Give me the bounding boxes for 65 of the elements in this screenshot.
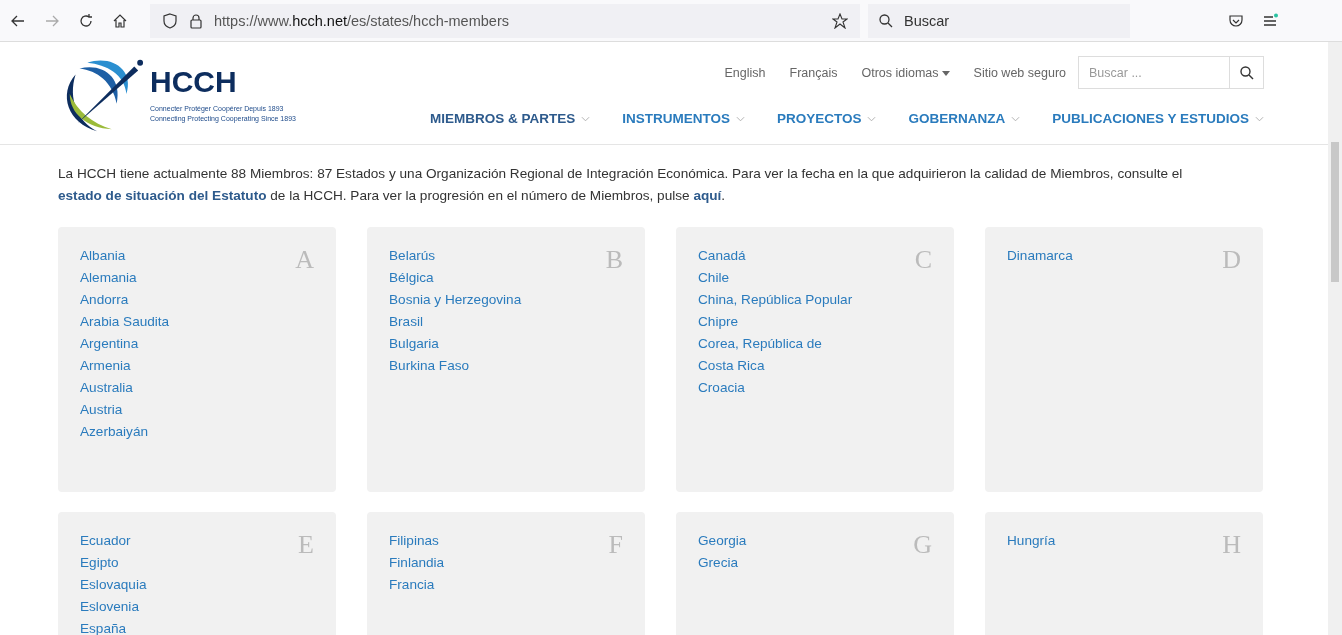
- member-link[interactable]: Burkina Faso: [389, 357, 522, 375]
- member-link[interactable]: Alemania: [80, 269, 170, 287]
- member-link[interactable]: Azerbaiyán: [80, 423, 170, 441]
- member-link[interactable]: Eslovaquia: [80, 576, 147, 594]
- member-link[interactable]: Georgia: [698, 532, 747, 550]
- nav-menu-item[interactable]: MIEMBROS & PARTES: [429, 111, 591, 126]
- member-link[interactable]: Armenia: [80, 357, 170, 375]
- member-link[interactable]: Austria: [80, 401, 170, 419]
- home-icon[interactable]: [112, 12, 128, 29]
- member-link[interactable]: Finlandia: [389, 554, 445, 572]
- search-icon: [878, 12, 894, 29]
- url-text: https://www.hcch.net/es/states/hcch-members: [214, 12, 510, 29]
- member-link[interactable]: Canadá: [698, 247, 853, 265]
- top-link[interactable]: English: [724, 65, 766, 80]
- member-link[interactable]: Bosnia y Herzegovina: [389, 291, 522, 309]
- caret-icon: [941, 70, 950, 76]
- member-link[interactable]: Chile: [698, 269, 853, 287]
- member-link[interactable]: Hungría: [1007, 532, 1056, 550]
- search-icon: [1238, 64, 1255, 81]
- chevron-down-icon: [867, 115, 877, 122]
- member-link[interactable]: China, República Popular: [698, 291, 853, 309]
- chevron-down-icon: [1255, 115, 1264, 122]
- member-link[interactable]: Filipinas: [389, 532, 445, 550]
- member-link[interactable]: Argentina: [80, 335, 170, 353]
- browser-search-field[interactable]: Buscar: [902, 2, 1106, 39]
- shield-icon[interactable]: [162, 12, 178, 29]
- member-link[interactable]: Australia: [80, 379, 170, 397]
- top-link[interactable]: Sitio web seguro: [973, 65, 1066, 80]
- nav-menu-item[interactable]: INSTRUMENTOS: [622, 111, 745, 126]
- member-link[interactable]: Andorra: [80, 291, 170, 309]
- member-link[interactable]: Brasil: [389, 313, 522, 331]
- member-link[interactable]: Grecia: [698, 554, 747, 572]
- member-link[interactable]: Chipre: [698, 313, 853, 331]
- menu-icon[interactable]: [1262, 12, 1278, 29]
- member-link[interactable]: Egipto: [80, 554, 147, 572]
- member-link[interactable]: Francia: [389, 576, 445, 594]
- nav-menu-item[interactable]: PROYECTOS: [776, 111, 877, 126]
- member-link[interactable]: España: [80, 620, 147, 635]
- star-icon[interactable]: [832, 12, 848, 29]
- top-link[interactable]: Français: [789, 65, 838, 80]
- chevron-down-icon: [1011, 115, 1021, 122]
- language-dropdown[interactable]: Otros idiomas: [861, 65, 950, 80]
- member-link[interactable]: Corea, República de: [698, 335, 853, 353]
- member-link[interactable]: Costa Rica: [698, 357, 853, 375]
- chevron-down-icon: [735, 115, 745, 122]
- member-link[interactable]: Croacia: [698, 379, 853, 397]
- address-bar[interactable]: https://www.hcch.net/es/states/hcch-members: [150, 3, 860, 38]
- member-link[interactable]: Arabia Saudita: [80, 313, 170, 331]
- inline-link[interactable]: estado de situación del Estatuto: [58, 188, 267, 203]
- browser-search-bar[interactable]: Buscar: [868, 3, 1130, 38]
- site-search-bar[interactable]: Buscar ...: [1078, 56, 1264, 89]
- intro-paragraph: La HCCH tiene actualmente 88 Miembros: 87 Estados y una Organización Regional de Integración Económica. Para ver la fecha en la que adquirieron la calidad de Miembros, consulte el estado de situación del Estatuto de la HCCH. Para ver la progresión en el número de Miembros, pulse aquí.: [58, 165, 1184, 205]
- pocket-icon[interactable]: [1228, 12, 1244, 29]
- member-link[interactable]: Eslovenia: [80, 598, 147, 616]
- member-link[interactable]: Albania: [80, 247, 170, 265]
- lock-icon: [188, 12, 204, 29]
- member-link[interactable]: Bulgaria: [389, 335, 522, 353]
- member-link[interactable]: Bélgica: [389, 269, 522, 287]
- nav-menu-item[interactable]: PUBLICACIONES Y ESTUDIOS: [1052, 111, 1264, 126]
- member-link[interactable]: Dinamarca: [1007, 247, 1073, 265]
- member-link[interactable]: Belarús: [389, 247, 522, 265]
- reload-icon[interactable]: [78, 12, 94, 29]
- nav-menu-item[interactable]: GOBERNANZA: [908, 111, 1021, 126]
- member-link[interactable]: Ecuador: [80, 532, 147, 550]
- chevron-down-icon: [581, 115, 591, 122]
